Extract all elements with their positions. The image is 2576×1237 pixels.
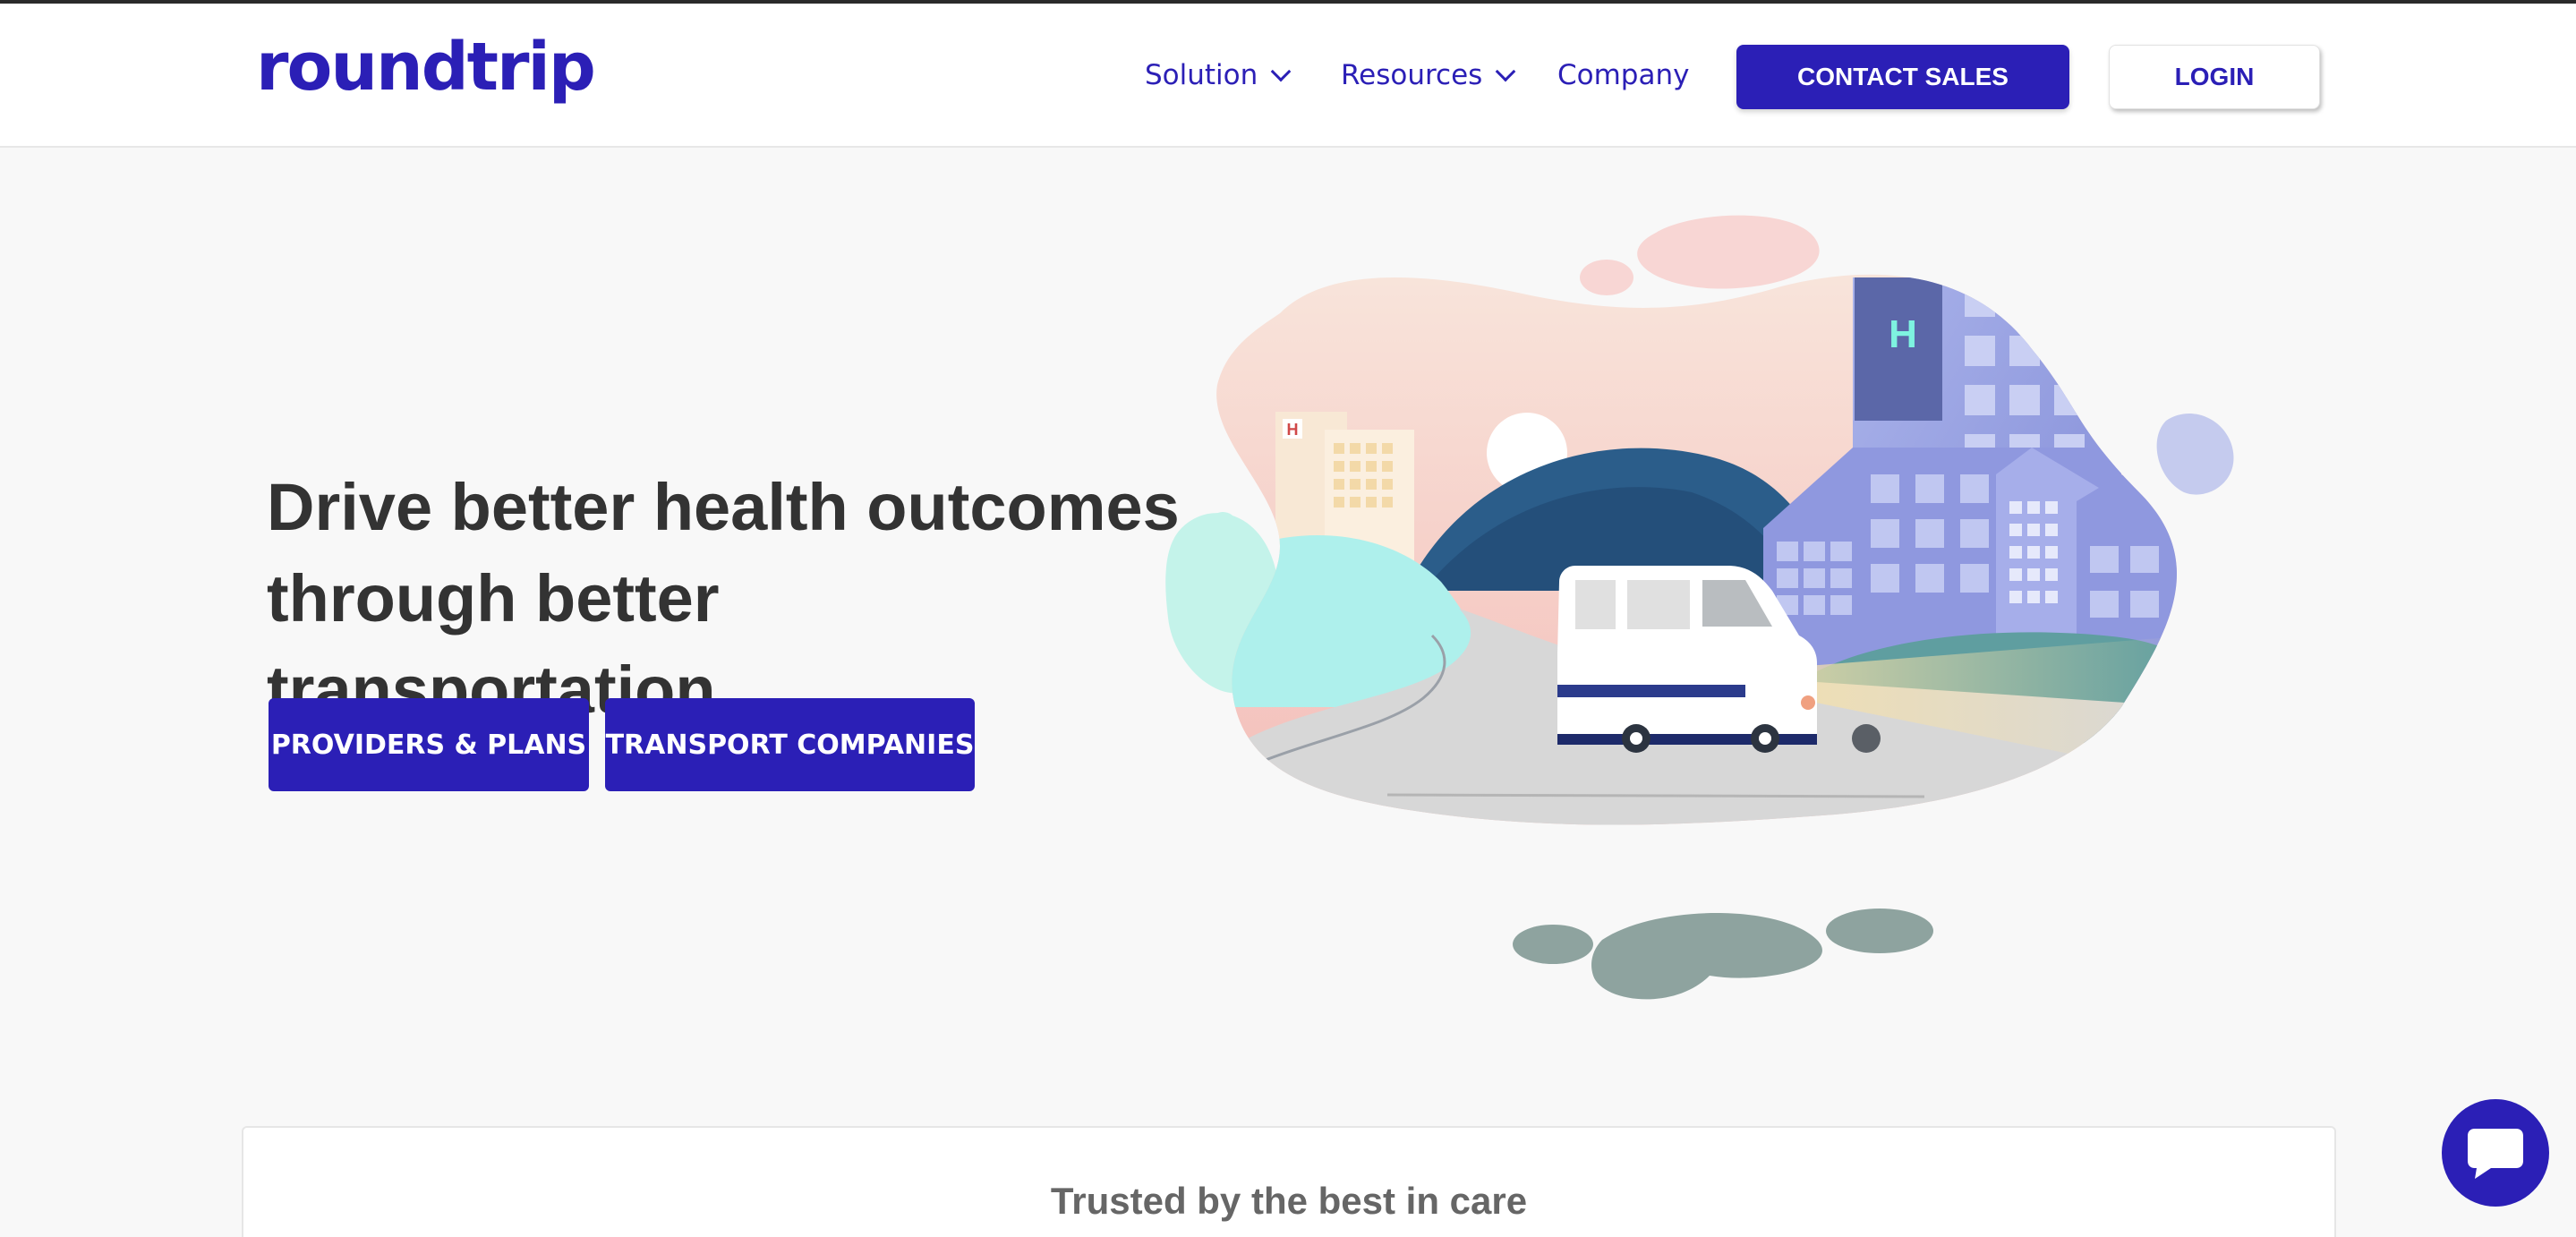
hero-headline-line1: Drive better health outcomes [267,470,1180,544]
trusted-by-section: Trusted by the best in care [242,1126,2336,1237]
grey-shadow-shape [1591,913,1822,1000]
nav-solution-label: Solution [1145,59,1258,91]
grey-shadow-shape [1513,925,1593,964]
scene-clip-group: H H [1216,274,2178,825]
contact-sales-button[interactable]: CONTACT SALES [1736,45,2069,109]
hospital-sign-left: H [1287,421,1299,439]
nav-resources-label: Resources [1341,59,1483,91]
transport-companies-button[interactable]: TRANSPORT COMPANIES [605,698,975,791]
chat-bubble-icon [2468,1129,2523,1179]
nav-solution[interactable]: Solution [1145,59,1292,91]
trusted-title: Trusted by the best in care [1050,1180,1528,1222]
site-header: roundtrip Solution Resources Company CON… [0,4,2576,148]
nav-company[interactable]: Company [1557,59,1689,91]
hero-headline: Drive better health outcomes through bet… [267,462,1180,736]
chevron-down-icon [1496,61,1516,82]
chevron-down-icon [1270,61,1292,82]
pink-cloud-shape [1637,215,1820,289]
nav-resources[interactable]: Resources [1341,59,1516,91]
login-button[interactable]: LOGIN [2109,45,2320,109]
hospital-sign-right: H [1889,312,1917,356]
hero-illustration: H H [1165,215,2234,1000]
grey-shadow-shape [1826,909,1933,953]
roundtrip-logo[interactable]: roundtrip [256,29,596,106]
lavender-blob-shape [2156,414,2234,495]
pink-cloud-shape [1580,260,1633,295]
nav-company-label: Company [1557,59,1690,91]
providers-plans-button[interactable]: PROVIDERS & PLANS [269,698,589,791]
chat-launcher-button[interactable] [2442,1099,2549,1207]
